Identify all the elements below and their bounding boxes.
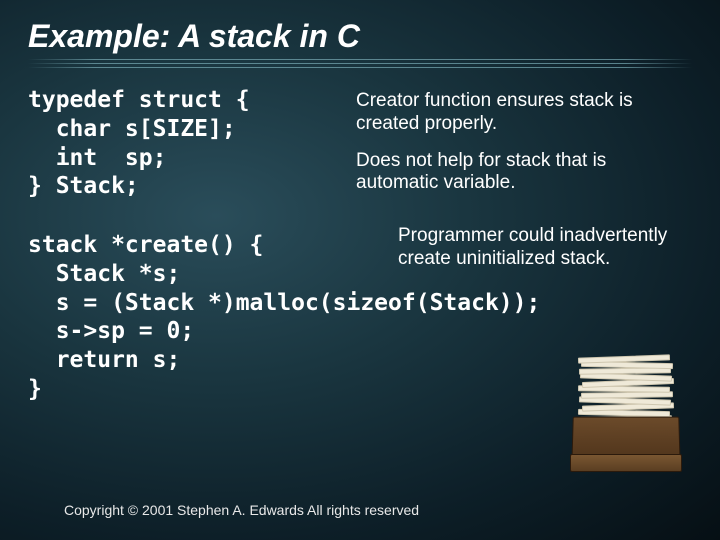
notes-column: Creator function ensures stack is create… xyxy=(356,86,692,209)
code-typedef: typedef struct { char s[SIZE]; int sp; }… xyxy=(28,86,338,201)
drawer-front-icon xyxy=(570,454,682,472)
page-title: Example: A stack in C xyxy=(28,18,692,55)
note-uninitialized: Programmer could inadvertently create un… xyxy=(398,225,698,271)
paper-stack-icon xyxy=(578,352,674,422)
content-row-1: typedef struct { char s[SIZE]; int sp; }… xyxy=(28,86,692,209)
title-underline xyxy=(28,59,692,68)
slide: Example: A stack in C typedef struct { c… xyxy=(0,0,720,540)
note-automatic: Does not help for stack that is automati… xyxy=(356,150,692,196)
copyright-text: Copyright © 2001 Stephen A. Edwards All … xyxy=(64,502,419,518)
paper-drawer-image xyxy=(562,350,690,470)
note-creator: Creator function ensures stack is create… xyxy=(356,90,692,136)
